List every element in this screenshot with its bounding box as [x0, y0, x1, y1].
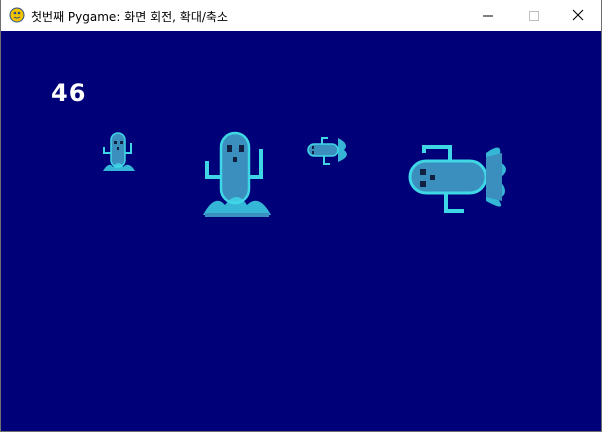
maximize-icon: [529, 6, 539, 25]
ghost-icon: [203, 131, 271, 217]
close-button[interactable]: [555, 0, 601, 31]
minimize-button[interactable]: [465, 0, 511, 31]
ghost-icon: [408, 145, 506, 213]
window-title: 첫번째 Pygame: 화면 회전, 확대/축소: [31, 10, 228, 24]
ghost-sprite-medium: [203, 131, 271, 217]
pygame-snake-icon: [9, 7, 25, 23]
title-bar[interactable]: 첫번째 Pygame: 화면 회전, 확대/축소: [1, 0, 601, 31]
ghost-sprite-small: [103, 132, 135, 171]
ghost-icon: [103, 132, 135, 171]
ghost-sprite-rotated-large: [408, 145, 506, 213]
ghost-sprite-rotated-small: [307, 137, 347, 165]
maximize-button[interactable]: [511, 0, 557, 31]
score-counter: 46: [51, 79, 87, 107]
game-canvas[interactable]: 46: [1, 31, 601, 431]
ghost-icon: [307, 137, 347, 165]
app-window: 첫번째 Pygame: 화면 회전, 확대/축소 46: [0, 0, 602, 432]
minimize-icon: [483, 6, 493, 25]
close-icon: [572, 6, 584, 25]
